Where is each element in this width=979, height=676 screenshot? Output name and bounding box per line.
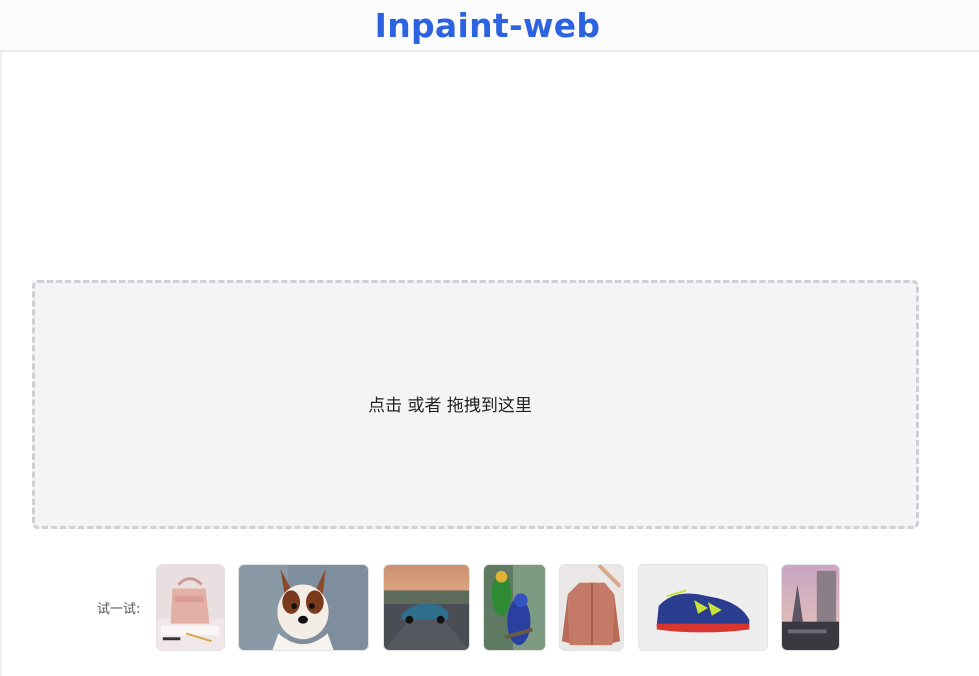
paris-photo: [782, 565, 839, 650]
dropzone-hint: 点击 或者 拖拽到这里: [368, 396, 532, 416]
sample-image-sneaker[interactable]: [638, 564, 768, 651]
upload-dropzone[interactable]: 点击 或者 拖拽到这里: [32, 280, 919, 529]
jacket-photo: [560, 565, 623, 650]
sample-image-jacket[interactable]: [559, 564, 624, 651]
sample-image-car[interactable]: [383, 564, 470, 651]
sample-image-parrots[interactable]: [483, 564, 546, 651]
app-title: Inpaint-web: [374, 5, 601, 45]
sample-image-dog[interactable]: [238, 564, 369, 651]
sneaker-photo: [639, 565, 767, 650]
samples-label: 试一试:: [97, 602, 141, 617]
dog-photo: [239, 565, 368, 650]
sample-image-handbag[interactable]: [156, 564, 225, 651]
car-photo: [384, 565, 469, 650]
sample-image-paris[interactable]: [781, 564, 840, 651]
parrots-photo: [484, 565, 545, 650]
left-border: [0, 52, 2, 676]
app-header: Inpaint-web: [0, 0, 979, 52]
handbag-photo: [157, 565, 224, 650]
